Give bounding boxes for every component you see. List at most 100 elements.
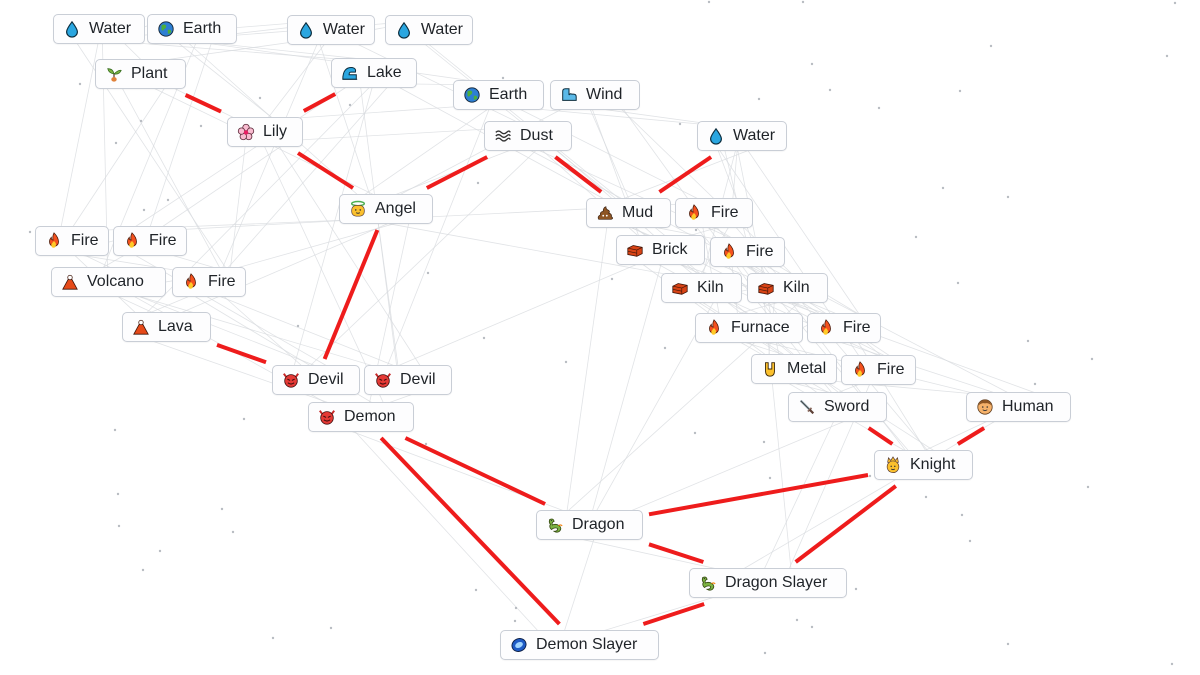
element-card-fire[interactable]: Fire [841,355,916,385]
element-card-knight[interactable]: Knight [874,450,973,480]
faint-link [562,534,596,636]
faint-link [128,82,353,232]
element-card-devil[interactable]: Devil [364,365,452,395]
element-label: Demon Slayer [536,636,638,653]
element-label: Water [420,21,463,38]
element-card-water[interactable]: Water [697,121,787,151]
background-dot [501,76,505,80]
background-dot [810,62,814,66]
element-label: Fire [877,361,905,378]
faint-link [377,218,399,371]
background-dot [1086,485,1090,489]
recipe-link-water4-mud [658,155,713,194]
element-card-demon[interactable]: Demon [308,402,414,432]
droplet-icon [62,19,82,39]
background-dot [158,549,162,553]
recipe-link-demon-demonslayer [379,436,561,626]
background-dot [877,106,881,110]
background-dot [1026,339,1030,343]
element-label: Plant [131,65,168,82]
element-card-dragon[interactable]: Dragon [536,510,643,540]
background-dot [958,89,962,93]
element-card-kiln[interactable]: Kiln [747,273,828,303]
background-dot [139,119,143,123]
element-label: Fire [746,243,774,260]
element-card-water[interactable]: Water [385,15,473,45]
element-card-metal[interactable]: Metal [751,354,837,384]
element-card-dragon-slayer[interactable]: Dragon Slayer [689,568,847,598]
element-card-sword[interactable]: Sword [788,392,887,422]
element-label: Earth [183,20,222,37]
background-dot [1006,642,1010,646]
element-card-earth[interactable]: Earth [147,14,237,44]
background-dot [242,417,246,421]
faint-link [385,104,492,371]
element-card-fire[interactable]: Fire [807,313,881,343]
element-label: Brick [652,241,688,258]
background-dot [116,492,120,496]
background-dot [968,539,972,543]
element-card-fire[interactable]: Fire [710,237,785,267]
element-label: Wind [586,86,623,103]
faint-link [292,82,374,371]
background-dot [1170,662,1174,666]
element-card-angel[interactable]: Angel [339,194,433,224]
element-card-water[interactable]: Water [53,14,145,44]
devil-icon [317,407,337,427]
wind-icon [559,85,579,105]
element-card-wind[interactable]: Wind [550,80,640,110]
poop-icon [595,203,615,223]
element-card-demon-slayer[interactable]: Demon Slayer [500,630,659,660]
element-card-volcano[interactable]: Volcano [51,267,166,297]
background-dot [114,141,118,145]
element-card-fire[interactable]: Fire [172,267,246,297]
element-label: Metal [787,360,827,377]
background-dot [678,122,682,126]
element-label: Knight [910,456,956,473]
element-label: Fire [711,204,739,221]
element-card-fire[interactable]: Fire [113,226,187,256]
element-card-mud[interactable]: Mud [586,198,671,228]
background-dot [693,431,697,435]
background-dot [482,336,486,340]
element-card-fire[interactable]: Fire [35,226,109,256]
droplet-icon [394,20,414,40]
faint-link [223,82,392,273]
element-card-lava[interactable]: Lava [122,312,211,342]
background-dot [166,198,170,202]
brick-icon [625,240,645,260]
element-label: Earth [489,86,528,103]
element-label: Devil [308,371,344,388]
element-card-dust[interactable]: Dust [484,121,572,151]
element-label: Angel [375,200,416,217]
element-label: Fire [208,273,236,290]
element-card-kiln[interactable]: Kiln [661,273,742,303]
element-card-human[interactable]: Human [966,392,1071,422]
element-label: Fire [71,232,99,249]
blue-gem-icon [509,635,529,655]
droplet-icon [296,20,316,40]
fire-icon [704,318,724,338]
background-dot [694,228,698,232]
recipe-link-human-knight [956,426,986,446]
element-card-plant[interactable]: Plant [95,59,186,89]
element-label: Lake [367,64,402,81]
faint-link [387,259,648,371]
element-card-lake[interactable]: Lake [331,58,417,88]
element-card-brick[interactable]: Brick [616,235,705,265]
element-card-earth[interactable]: Earth [453,80,544,110]
background-dot [348,103,352,107]
element-card-fire[interactable]: Fire [675,198,753,228]
rock-hand-icon [760,359,780,379]
recipe-link-dragon-dragonslayer [648,542,704,564]
background-dot [707,0,711,4]
background-dot [795,618,799,622]
background-dot [810,625,814,629]
element-card-lily[interactable]: Lily [227,117,303,147]
element-label: Volcano [87,273,144,290]
element-card-devil[interactable]: Devil [272,365,360,395]
element-card-furnace[interactable]: Furnace [695,313,803,343]
wave-icon [340,63,360,83]
element-card-water[interactable]: Water [287,15,375,45]
background-dot [476,181,480,185]
